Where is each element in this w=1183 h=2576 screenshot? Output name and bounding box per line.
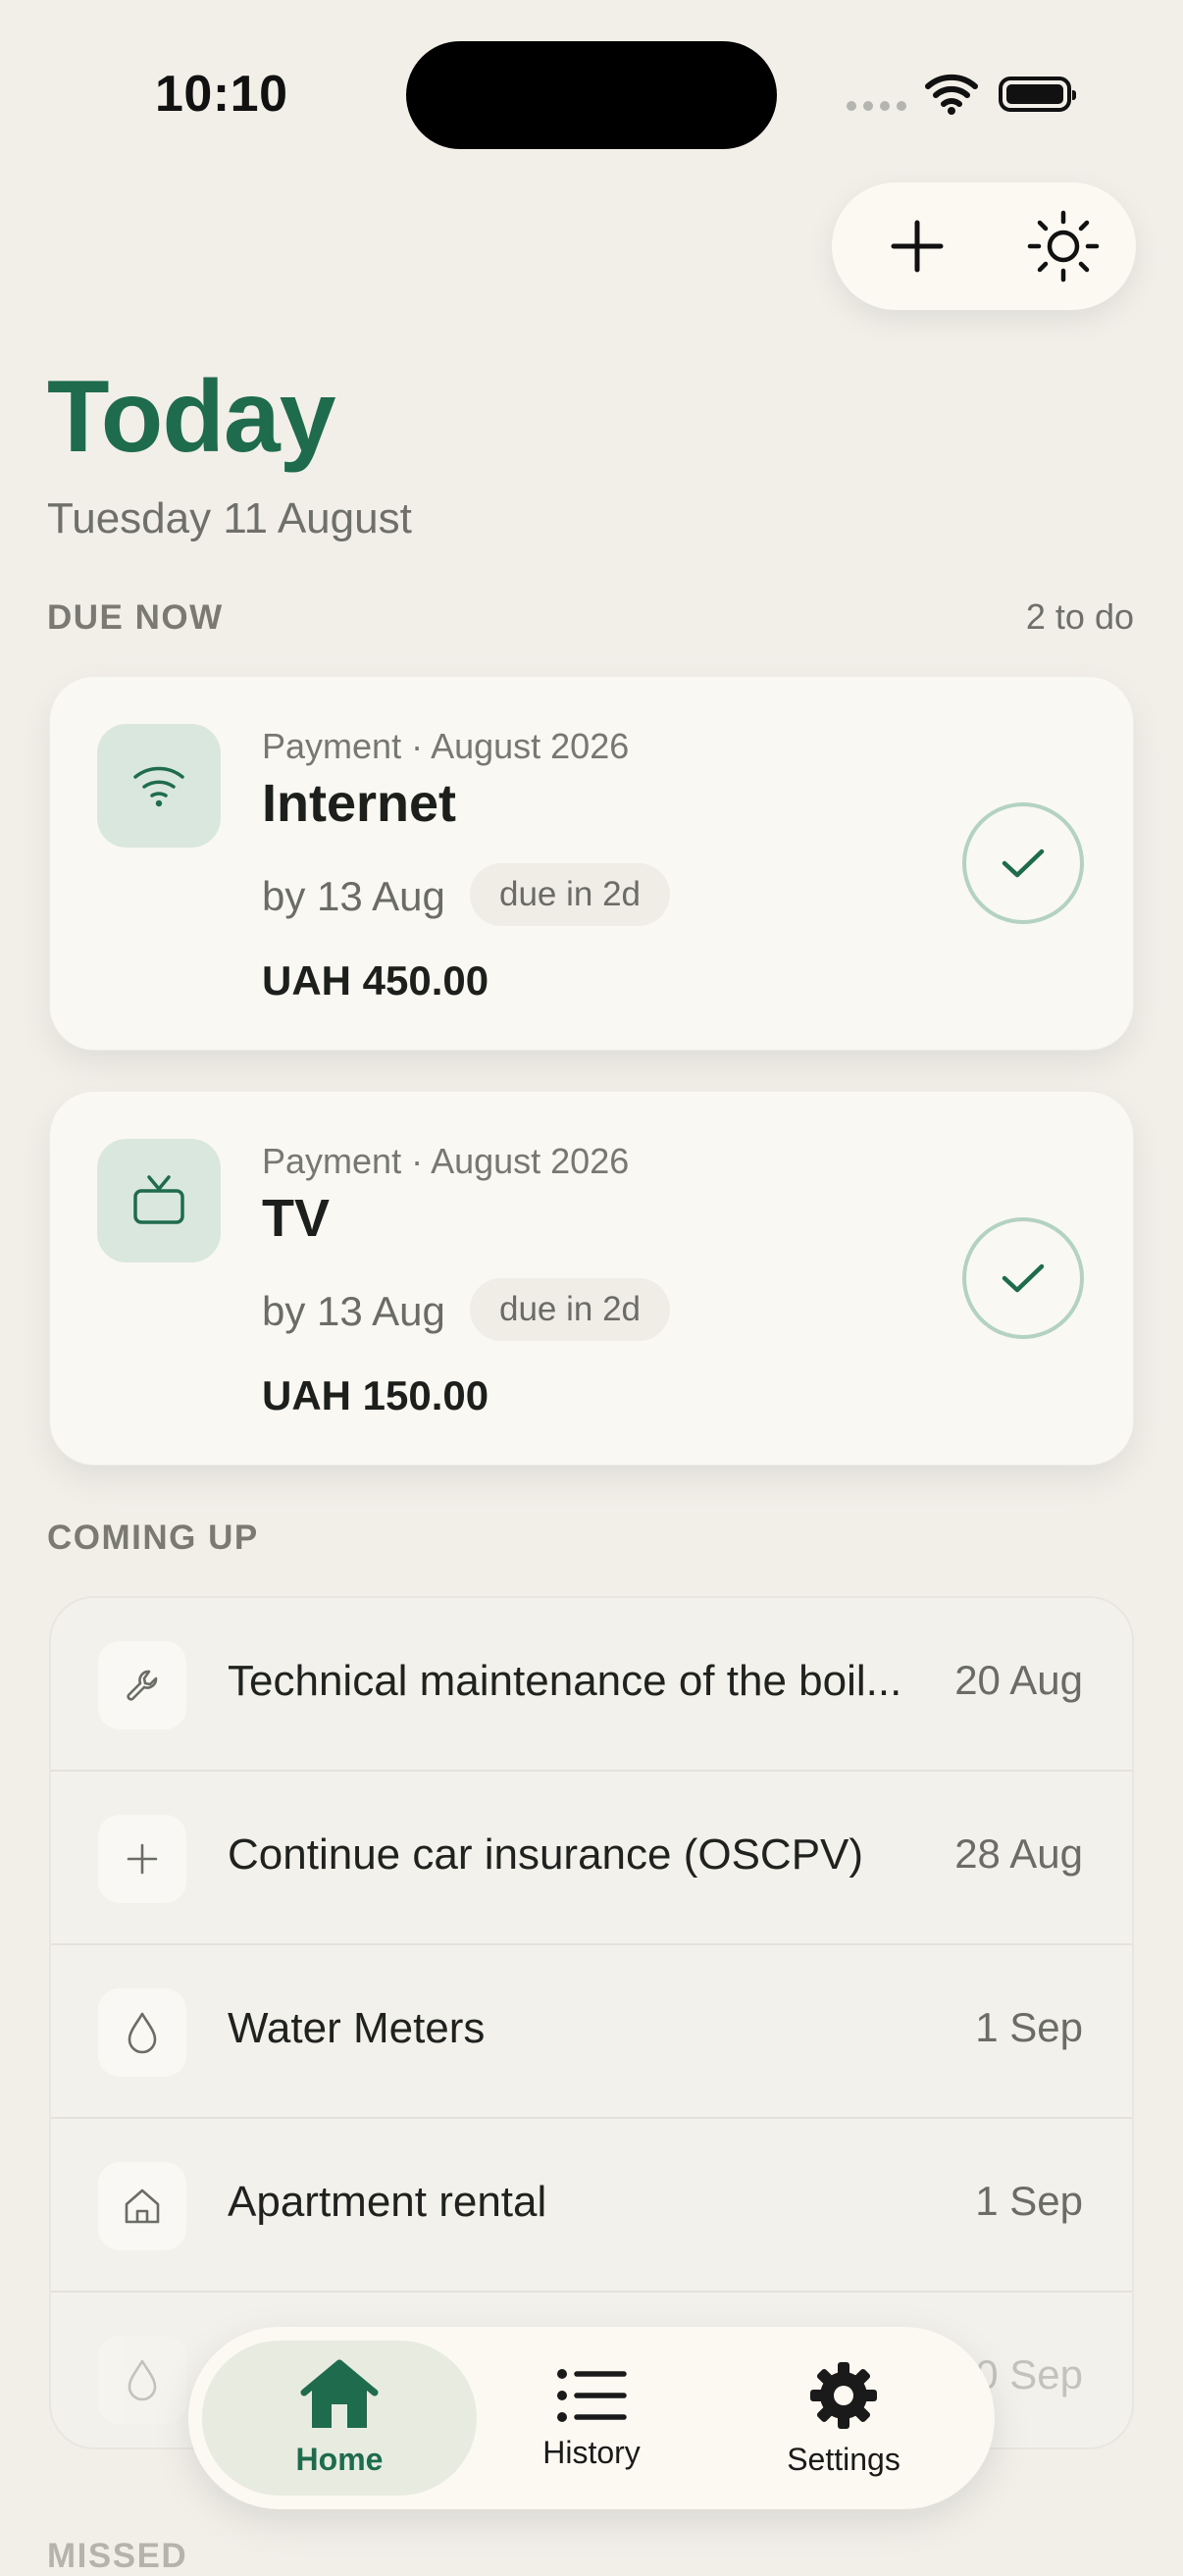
mark-done-button[interactable] bbox=[962, 802, 1084, 924]
current-date: Tuesday 11 August bbox=[47, 494, 412, 542]
coming-up-list: Technical maintenance of the boil... 20 … bbox=[49, 1596, 1134, 2449]
item-date: 28 Aug bbox=[954, 1830, 1083, 1877]
item-title: Water Meters bbox=[228, 2004, 486, 2052]
gear-icon bbox=[810, 2361, 877, 2429]
card-title: Internet bbox=[262, 774, 457, 833]
missed-heading: MISSED bbox=[47, 2537, 188, 2575]
header-actions bbox=[832, 182, 1136, 310]
battery-icon bbox=[999, 77, 1076, 112]
plus-icon bbox=[891, 220, 944, 273]
drop-icon bbox=[98, 1988, 186, 2077]
wifi-status-icon bbox=[924, 73, 979, 121]
mark-done-button[interactable] bbox=[962, 1217, 1084, 1339]
list-icon bbox=[557, 2368, 627, 2422]
tab-label: Settings bbox=[787, 2441, 900, 2477]
list-item[interactable]: Water Meters 1 Sep bbox=[51, 1945, 1132, 2119]
item-title: Technical maintenance of the boil... bbox=[228, 1657, 902, 1705]
due-card-tv[interactable]: Payment · August 2026 TV by 13 Aug due i… bbox=[49, 1091, 1134, 1466]
cellular-signal-icon bbox=[847, 101, 906, 111]
house-icon bbox=[98, 2162, 186, 2250]
coming-up-heading: COMING UP bbox=[47, 1519, 259, 1557]
item-date: 1 Sep bbox=[975, 2004, 1083, 2050]
tab-label: Home bbox=[295, 2441, 384, 2477]
add-button[interactable] bbox=[875, 204, 959, 288]
due-badge: due in 2d bbox=[470, 1278, 671, 1341]
due-badge: due in 2d bbox=[470, 863, 671, 926]
due-card-internet[interactable]: Payment · August 2026 Internet by 13 Aug… bbox=[49, 676, 1134, 1051]
due-now-count: 2 to do bbox=[1025, 596, 1134, 637]
page-title: Today bbox=[47, 360, 336, 474]
card-meta: Payment · August 2026 bbox=[262, 726, 630, 766]
dynamic-island bbox=[406, 41, 777, 149]
item-title: Continue car insurance (OSCPV) bbox=[228, 1830, 864, 1879]
card-due-date: by 13 Aug bbox=[262, 873, 445, 919]
item-date: 20 Aug bbox=[954, 1657, 1083, 1703]
checkmark-icon bbox=[1002, 849, 1045, 878]
list-item[interactable]: Apartment rental 1 Sep bbox=[51, 2119, 1132, 2293]
card-title: TV bbox=[262, 1189, 331, 1248]
tab-bar: Home History Settings bbox=[188, 2327, 995, 2509]
tab-history[interactable]: History bbox=[454, 2341, 729, 2496]
wrench-icon bbox=[98, 1641, 186, 1729]
tab-settings[interactable]: Settings bbox=[706, 2341, 981, 2496]
status-time: 10:10 bbox=[155, 66, 288, 123]
tv-icon bbox=[97, 1139, 221, 1262]
plus-icon bbox=[98, 1815, 186, 1903]
item-date: 0 Sep bbox=[975, 2351, 1083, 2397]
list-item[interactable]: Technical maintenance of the boil... 20 … bbox=[51, 1598, 1132, 1772]
card-meta: Payment · August 2026 bbox=[262, 1141, 630, 1181]
list-item[interactable]: Continue car insurance (OSCPV) 28 Aug bbox=[51, 1772, 1132, 1945]
card-due-date: by 13 Aug bbox=[262, 1288, 445, 1334]
card-amount: UAH 150.00 bbox=[262, 1372, 489, 1418]
tab-label: History bbox=[542, 2434, 641, 2470]
item-title: Apartment rental bbox=[228, 2178, 547, 2226]
house-icon bbox=[300, 2359, 379, 2428]
checkmark-icon bbox=[1002, 1263, 1045, 1293]
card-amount: UAH 450.00 bbox=[262, 957, 489, 1004]
theme-toggle-button[interactable] bbox=[1021, 204, 1106, 288]
due-now-heading: DUE NOW bbox=[47, 598, 224, 637]
tab-home[interactable]: Home bbox=[202, 2341, 477, 2496]
wifi-icon bbox=[97, 724, 221, 848]
item-date: 1 Sep bbox=[975, 2178, 1083, 2224]
sun-icon bbox=[1027, 210, 1100, 283]
drop-icon bbox=[98, 2336, 186, 2424]
